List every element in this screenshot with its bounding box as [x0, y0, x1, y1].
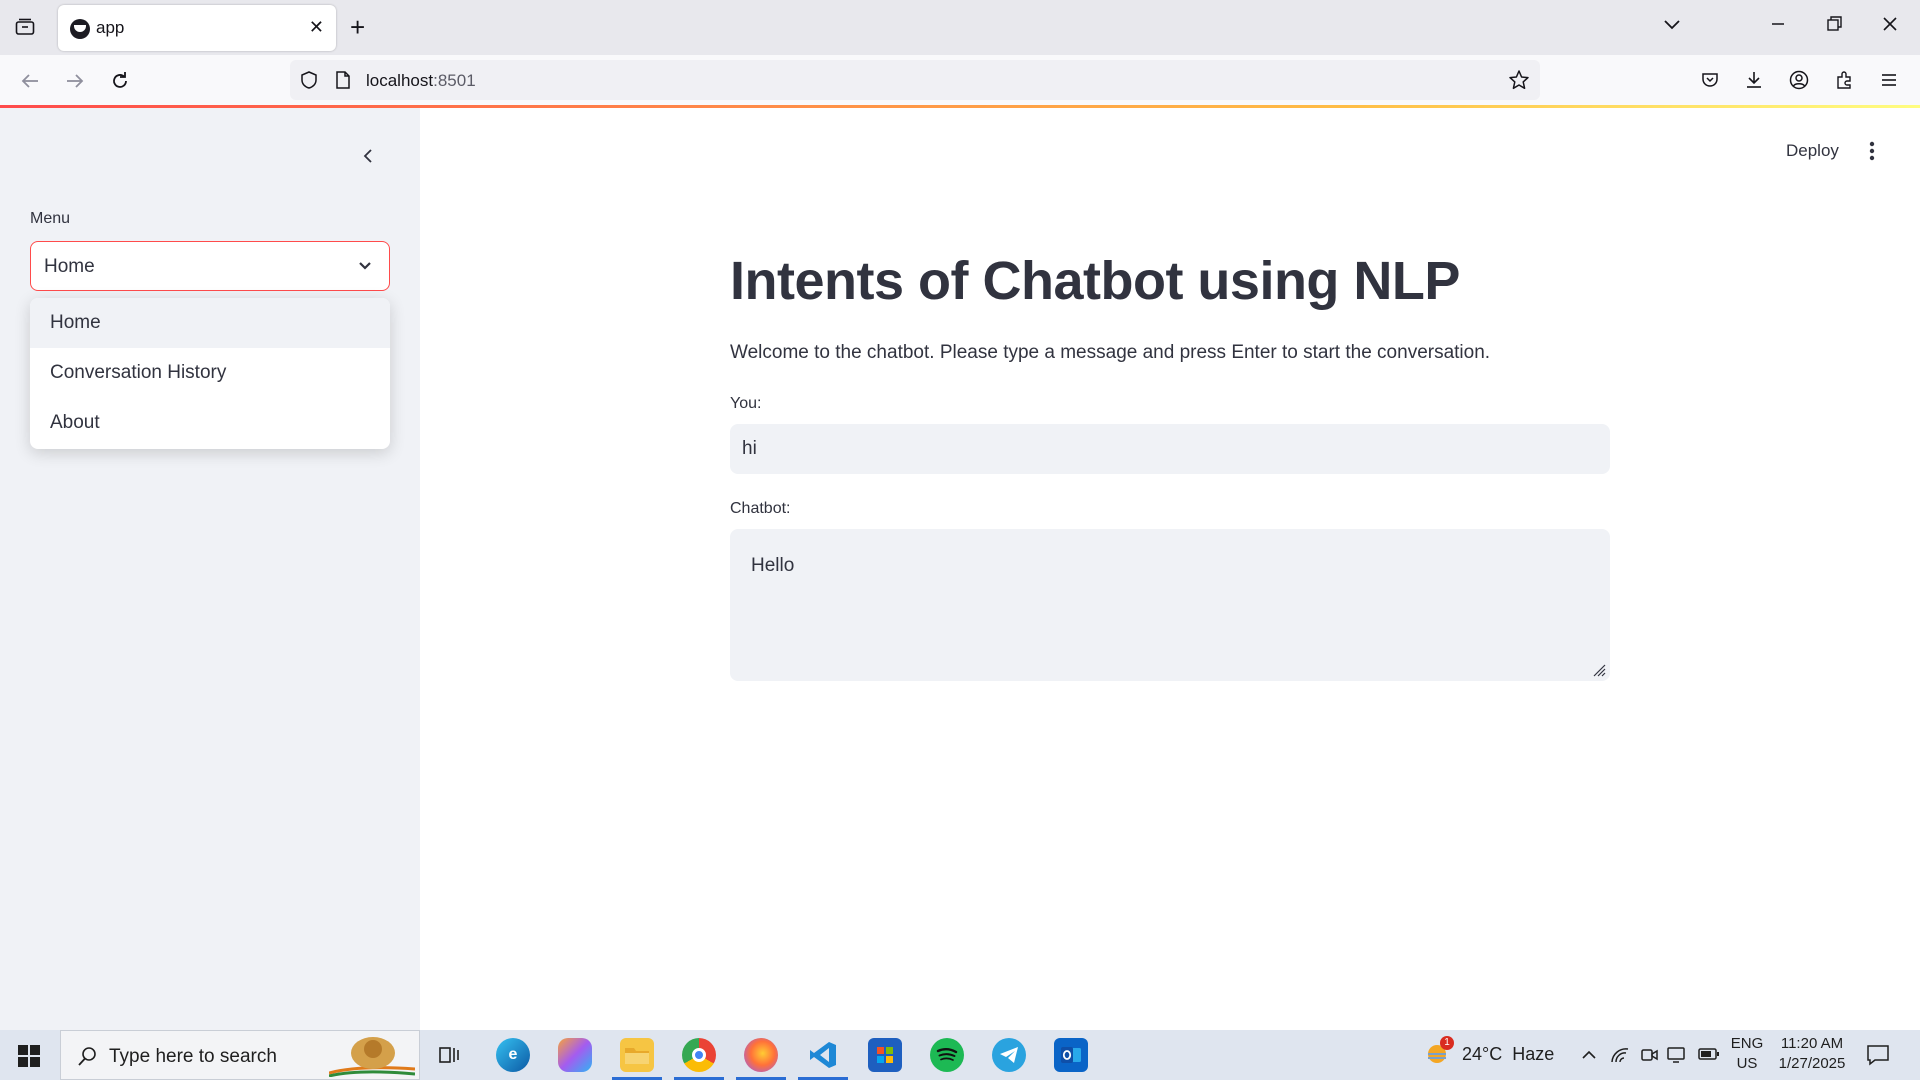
firefox-icon[interactable]	[744, 1038, 778, 1072]
tab-list-icon[interactable]	[10, 14, 40, 40]
streamlit-favicon-icon	[70, 19, 90, 39]
tab-close-icon[interactable]: ✕	[309, 17, 324, 38]
language-indicator[interactable]: ENG US	[1730, 1035, 1764, 1072]
menu-option-about[interactable]: About	[30, 398, 390, 448]
file-explorer-icon[interactable]	[620, 1038, 654, 1072]
main-menu-kebab-icon[interactable]	[1862, 138, 1882, 164]
reload-icon[interactable]	[106, 67, 134, 95]
weather-icon[interactable]: 1	[1424, 1036, 1454, 1068]
menu-select[interactable]: Home	[30, 241, 390, 291]
task-view-icon[interactable]	[432, 1038, 466, 1072]
edge-browser-icon[interactable]: e	[496, 1038, 530, 1072]
search-icon	[78, 1047, 96, 1066]
you-input[interactable]	[730, 424, 1610, 474]
extensions-icon[interactable]	[1831, 67, 1857, 93]
page-title: Intents of Chatbot using NLP	[730, 251, 1460, 311]
windows-taskbar: Type here to search e 1 24°C Haze ENG US…	[0, 1030, 1920, 1080]
search-placeholder: Type here to search	[109, 1046, 277, 1067]
windows-start-icon[interactable]	[18, 1045, 40, 1067]
chatbot-response-textarea[interactable]: Hello	[730, 529, 1610, 681]
outlook-icon[interactable]	[1054, 1038, 1088, 1072]
collapse-sidebar-chevron-icon[interactable]	[355, 143, 381, 169]
browser-tab-app[interactable]: app ✕	[58, 5, 336, 51]
resize-handle-icon[interactable]	[1592, 663, 1606, 677]
sidebar: Menu Home Home Conversation History Abou…	[0, 108, 420, 1030]
close-window-icon[interactable]	[1880, 14, 1900, 40]
browser-nav-bar: localhost:8501	[0, 55, 1920, 105]
clock-date: 1/27/2025	[1778, 1055, 1846, 1072]
chatbot-response-label: Chatbot:	[730, 500, 791, 517]
account-icon[interactable]	[1786, 67, 1812, 93]
url-text: localhost:8501	[366, 71, 476, 91]
chrome-icon[interactable]	[682, 1038, 716, 1072]
hamburger-menu-icon[interactable]	[1876, 67, 1902, 93]
menu-select-value: Home	[44, 256, 95, 277]
tab-title: app	[96, 18, 125, 37]
battery-icon[interactable]	[1698, 1047, 1720, 1066]
copilot-icon[interactable]	[558, 1038, 592, 1072]
welcome-text: Welcome to the chatbot. Please type a me…	[730, 342, 1491, 363]
vscode-icon[interactable]	[806, 1038, 840, 1072]
network-icon[interactable]	[1610, 1046, 1630, 1069]
weather-badge: 1	[1440, 1036, 1454, 1050]
clock[interactable]: 11:20 AM 1/27/2025	[1772, 1035, 1852, 1072]
language-code: ENG	[1730, 1035, 1764, 1052]
shield-icon[interactable]	[298, 69, 320, 91]
clock-time: 11:20 AM	[1780, 1035, 1844, 1052]
deploy-button[interactable]: Deploy	[1786, 141, 1839, 161]
list-all-tabs-chevron-icon[interactable]	[1662, 14, 1682, 40]
pocket-icon[interactable]	[1697, 67, 1723, 93]
url-host: localhost	[366, 71, 434, 90]
microsoft-store-icon[interactable]	[868, 1038, 902, 1072]
weather-text[interactable]: 24°C Haze	[1462, 1044, 1554, 1065]
meet-now-icon[interactable]	[1640, 1046, 1658, 1069]
search-highlight-illustration-icon	[329, 1037, 415, 1077]
you-input-label: You:	[730, 395, 762, 412]
page-icon[interactable]	[332, 69, 354, 91]
display-icon[interactable]	[1666, 1046, 1686, 1069]
bookmark-star-icon[interactable]	[1508, 69, 1530, 91]
downloads-icon[interactable]	[1741, 67, 1767, 93]
notifications-icon[interactable]	[1866, 1044, 1890, 1071]
menu-option-home[interactable]: Home	[30, 298, 390, 348]
back-arrow-icon[interactable]	[16, 67, 44, 95]
show-hidden-icons-chevron-icon[interactable]	[1580, 1046, 1598, 1069]
telegram-icon[interactable]	[992, 1038, 1026, 1072]
url-port: :8501	[433, 71, 476, 90]
menu-label: Menu	[30, 210, 71, 227]
chatbot-response-text: Hello	[751, 555, 795, 576]
minimize-window-icon[interactable]	[1768, 14, 1788, 40]
spotify-icon[interactable]	[930, 1038, 964, 1072]
browser-tab-bar: app ✕ +	[0, 0, 1920, 55]
menu-option-conversation-history[interactable]: Conversation History	[30, 348, 390, 398]
new-tab-icon[interactable]: +	[350, 12, 365, 42]
menu-dropdown-list: Home Conversation History About	[30, 298, 390, 449]
chevron-down-icon[interactable]	[355, 256, 375, 276]
restore-window-icon[interactable]	[1824, 14, 1844, 40]
forward-arrow-icon[interactable]	[61, 67, 89, 95]
address-bar[interactable]: localhost:8501	[290, 60, 1540, 100]
keyboard-region: US	[1736, 1055, 1758, 1072]
taskbar-search-box[interactable]: Type here to search	[60, 1030, 420, 1080]
